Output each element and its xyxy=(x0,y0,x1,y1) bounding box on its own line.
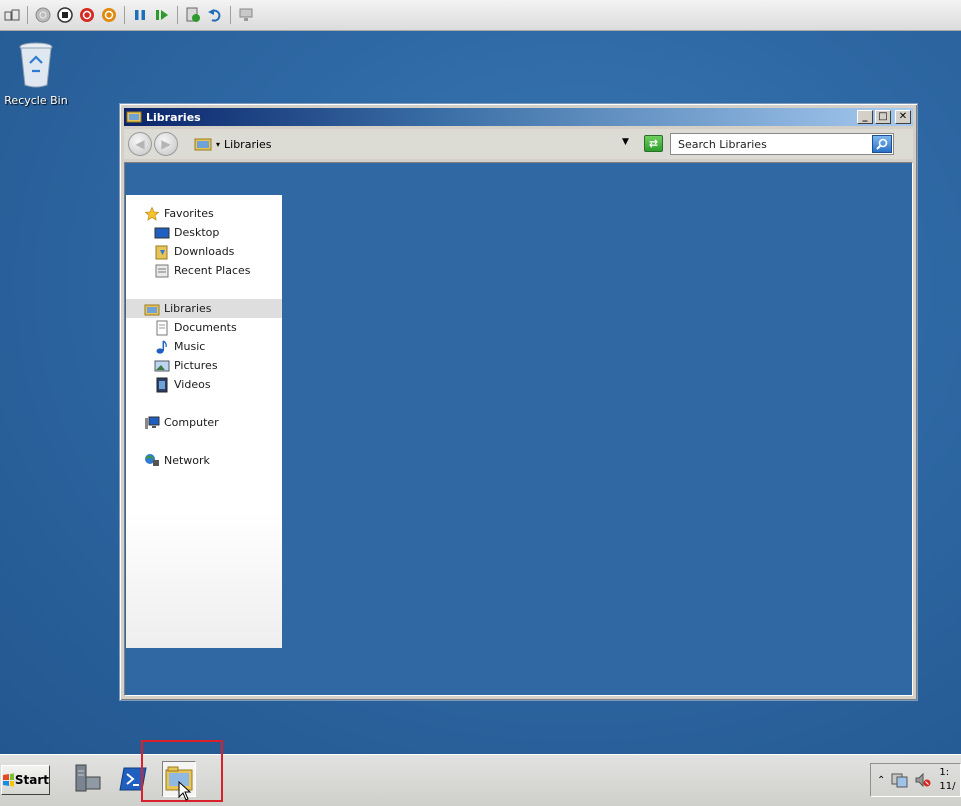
mouse-cursor-icon xyxy=(178,781,192,801)
ctrl-alt-del-icon[interactable] xyxy=(4,7,20,23)
server-manager-button[interactable] xyxy=(70,761,104,797)
turn-off-icon[interactable] xyxy=(57,7,73,23)
nav-computer[interactable]: Computer xyxy=(126,413,282,432)
back-arrow-icon: ◀ xyxy=(135,137,145,151)
network-icon xyxy=(144,453,160,469)
refresh-button[interactable]: ⇄ xyxy=(644,135,663,152)
windows-logo-icon xyxy=(3,773,14,787)
nav-pictures-label: Pictures xyxy=(174,359,218,372)
navigation-pane: Favorites Desktop Downloads Recent Place… xyxy=(126,195,282,648)
resume-icon[interactable] xyxy=(154,7,170,23)
show-hidden-icons-icon[interactable]: ⌃ xyxy=(877,775,885,786)
breadcrumb-libraries[interactable]: Libraries xyxy=(224,138,272,151)
start-vm-icon[interactable] xyxy=(35,7,51,23)
recycle-bin-icon xyxy=(19,42,53,88)
breadcrumb-arrow-icon[interactable]: ▾ xyxy=(216,140,220,149)
start-label: Start xyxy=(14,773,49,787)
window-title: Libraries xyxy=(146,110,201,124)
clock-time: 1: xyxy=(939,767,950,778)
toolbar-separator xyxy=(230,6,231,24)
nav-libraries-label: Libraries xyxy=(164,302,212,315)
search-button[interactable] xyxy=(872,135,892,153)
libraries-folder-icon xyxy=(194,135,212,154)
content-area[interactable]: Favorites Desktop Downloads Recent Place… xyxy=(124,162,913,696)
toolbar-separator xyxy=(124,6,125,24)
videos-icon xyxy=(154,377,170,393)
recycle-bin-label: Recycle Bin xyxy=(4,94,68,107)
nav-desktop[interactable]: Desktop xyxy=(126,223,282,242)
snapshot-icon[interactable] xyxy=(185,7,201,23)
nav-network-label: Network xyxy=(164,454,210,467)
nav-recent-places-label: Recent Places xyxy=(174,264,251,277)
nav-libraries[interactable]: Libraries xyxy=(126,299,282,318)
documents-icon xyxy=(154,320,170,336)
nav-favorites-label: Favorites xyxy=(164,207,214,220)
system-tray: ⌃ 1: 11/ xyxy=(870,763,961,797)
minimize-button[interactable]: _ xyxy=(857,110,873,124)
clock-date: 11/ xyxy=(939,781,956,792)
start-button[interactable]: Start xyxy=(1,765,50,795)
libraries-icon xyxy=(126,109,142,126)
network-status-icon[interactable] xyxy=(891,772,909,788)
nav-desktop-label: Desktop xyxy=(174,226,220,239)
star-icon xyxy=(144,206,160,222)
nav-documents-label: Documents xyxy=(174,321,237,334)
maximize-button[interactable]: □ xyxy=(875,110,891,124)
address-bar[interactable]: ▾ Libraries xyxy=(194,133,664,155)
forward-arrow-icon: ▶ xyxy=(161,137,171,151)
nav-documents[interactable]: Documents xyxy=(126,318,282,337)
nav-downloads[interactable]: Downloads xyxy=(126,242,282,261)
search-placeholder: Search Libraries xyxy=(678,137,767,151)
back-button[interactable]: ◀ xyxy=(128,132,152,156)
nav-music[interactable]: Music xyxy=(126,337,282,356)
nav-pictures[interactable]: Pictures xyxy=(126,356,282,375)
share-icon[interactable] xyxy=(238,7,254,23)
libraries-icon xyxy=(144,301,160,317)
nav-computer-label: Computer xyxy=(164,416,219,429)
nav-downloads-label: Downloads xyxy=(174,245,235,258)
nav-recent-places[interactable]: Recent Places xyxy=(126,261,282,280)
taskbar: Start ⌃ 1: 11/ xyxy=(0,740,961,806)
revert-icon[interactable] xyxy=(207,7,223,23)
clock[interactable]: 1: 11/ xyxy=(939,766,955,794)
desktop-icon xyxy=(154,225,170,241)
server-manager-icon xyxy=(75,764,101,792)
volume-muted-icon[interactable] xyxy=(915,772,931,788)
address-dropdown-icon[interactable]: ▼ xyxy=(622,137,629,147)
vm-toolbar xyxy=(0,0,961,31)
forward-button[interactable]: ▶ xyxy=(154,132,178,156)
shutdown-icon[interactable] xyxy=(79,7,95,23)
pictures-icon xyxy=(154,358,170,374)
recycle-bin[interactable]: Recycle Bin xyxy=(4,39,68,107)
music-icon xyxy=(154,339,170,355)
save-state-icon[interactable] xyxy=(101,7,117,23)
title-bar[interactable]: Libraries _ □ ✕ xyxy=(124,108,913,126)
computer-icon xyxy=(144,415,160,431)
explorer-window: Libraries _ □ ✕ ◀ ▶ ▾ Libraries ▼ ⇄ Sear… xyxy=(119,103,918,701)
nav-videos[interactable]: Videos xyxy=(126,375,282,394)
window-controls: _ □ ✕ xyxy=(857,110,911,124)
nav-favorites[interactable]: Favorites xyxy=(126,204,282,223)
close-button[interactable]: ✕ xyxy=(895,110,911,124)
nav-music-label: Music xyxy=(174,340,206,353)
search-input[interactable]: Search Libraries xyxy=(670,133,894,155)
search-icon xyxy=(876,138,888,150)
nav-network[interactable]: Network xyxy=(126,451,282,470)
toolbar-separator xyxy=(177,6,178,24)
navigation-bar: ◀ ▶ ▾ Libraries ▼ ⇄ Search Libraries xyxy=(124,129,913,159)
refresh-icon: ⇄ xyxy=(648,137,659,150)
downloads-icon xyxy=(154,244,170,260)
recent-places-icon xyxy=(154,263,170,279)
toolbar-separator xyxy=(27,6,28,24)
nav-videos-label: Videos xyxy=(174,378,211,391)
pause-icon[interactable] xyxy=(132,7,148,23)
